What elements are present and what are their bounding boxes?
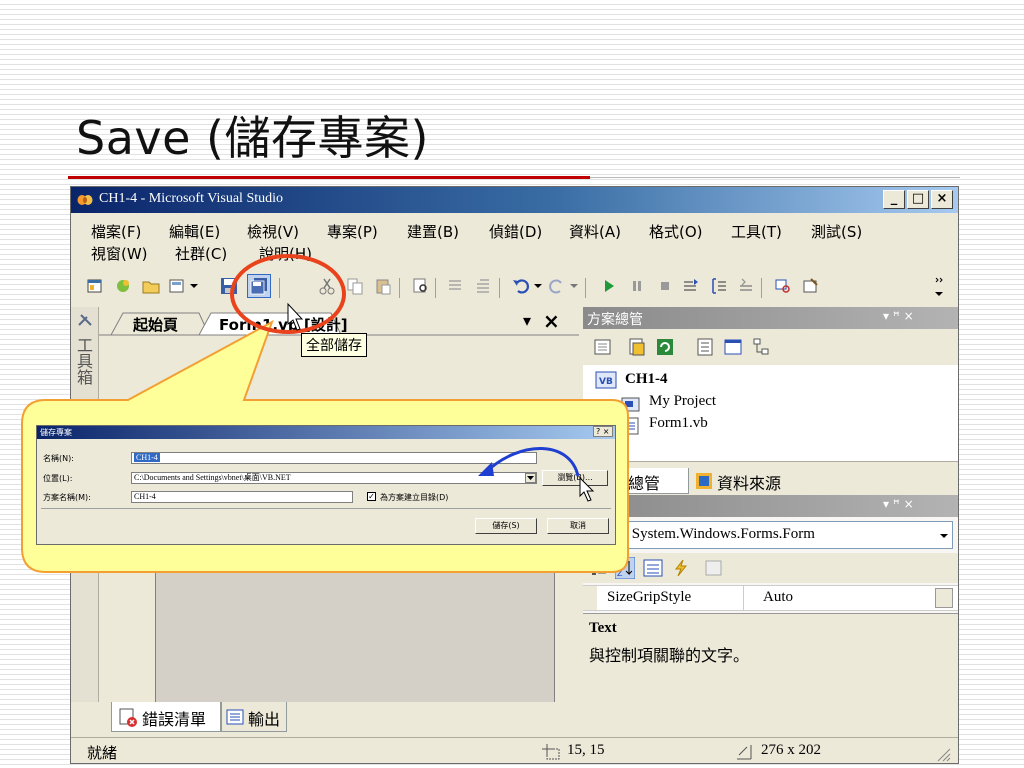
- arrow-overlay: [478, 447, 595, 502]
- mouse-cursor-icon: [579, 476, 595, 502]
- pointer-arrow: [484, 447, 580, 477]
- arrow-head: [478, 462, 494, 476]
